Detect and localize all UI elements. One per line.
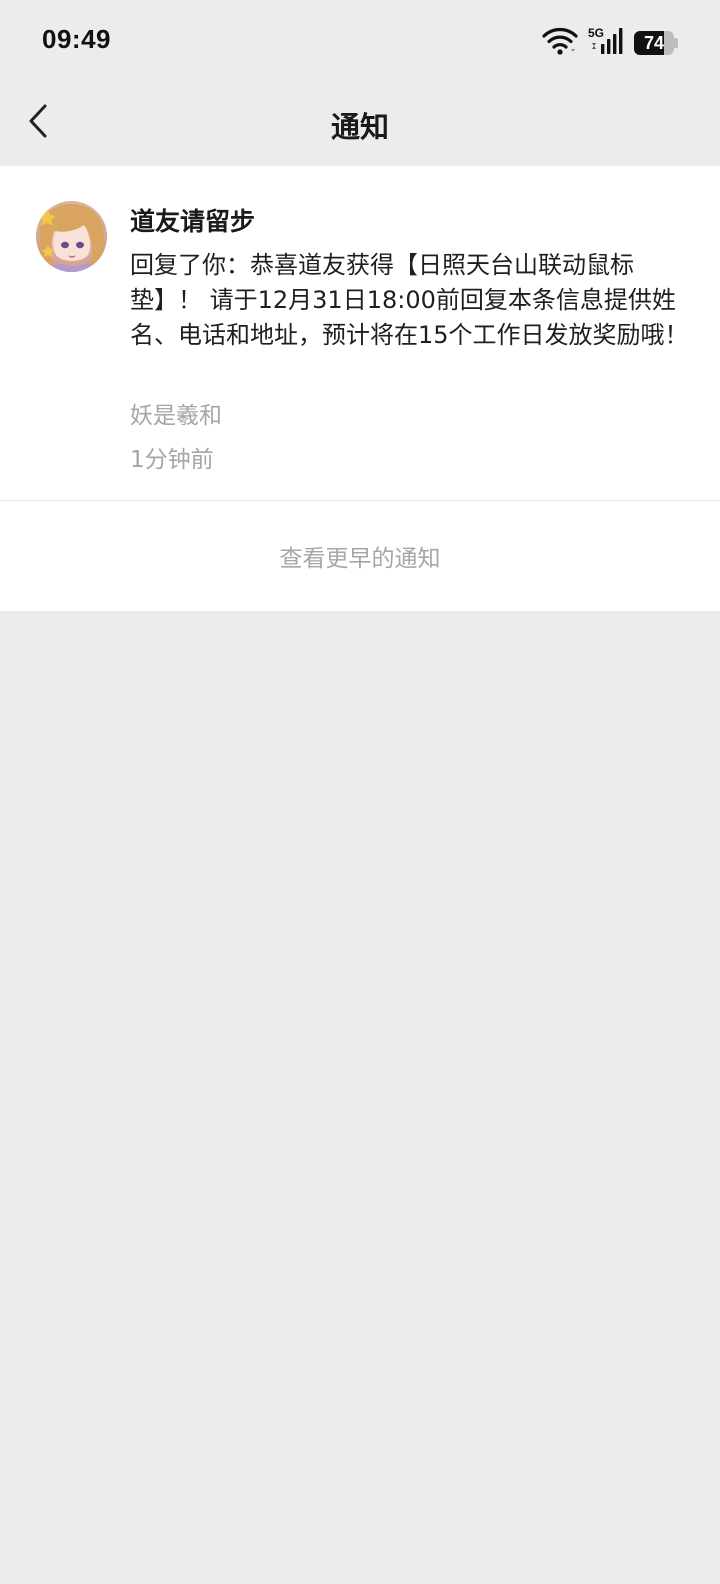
notification-item[interactable]: 道友请留步 回复了你：恭喜道友获得【日照天台山联动鼠标垫】！ 请于12月31日1… xyxy=(0,166,720,501)
notification-message: 回复了你：恭喜道友获得【日照天台山联动鼠标垫】！ 请于12月31日18:00前回… xyxy=(130,251,689,349)
notification-time: 1分钟前 xyxy=(130,447,214,473)
view-earlier-notifications-button[interactable]: 查看更早的通知 xyxy=(0,501,720,611)
battery-icon: 74 xyxy=(634,31,678,55)
page-title: 通知 xyxy=(330,110,389,144)
wifi-icon xyxy=(542,26,578,60)
notification-card: 道友请留步 回复了你：恭喜道友获得【日照天台山联动鼠标垫】！ 请于12月31日1… xyxy=(0,166,720,611)
sender-name: 道友请留步 xyxy=(130,207,256,236)
status-bar: 09:49 5G 74 xyxy=(0,0,720,84)
nav-bar: 通知 xyxy=(0,84,720,166)
source-post-title[interactable]: 妖是羲和 xyxy=(130,396,222,430)
status-icons: 5G 74 xyxy=(542,26,678,60)
battery-level: 74 xyxy=(643,33,665,53)
status-time: 09:49 xyxy=(42,24,111,54)
network-type-label: 5G xyxy=(588,26,604,40)
signal-icon: 5G xyxy=(588,26,624,60)
avatar[interactable] xyxy=(36,201,107,272)
